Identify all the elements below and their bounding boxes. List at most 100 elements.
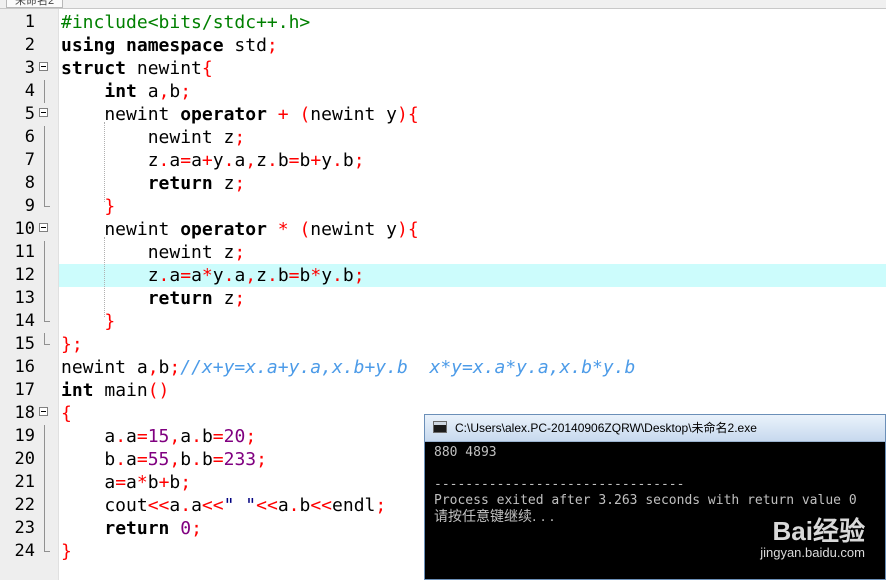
- code-token: main: [104, 380, 148, 401]
- console-window[interactable]: C:\Users\alex.PC-20140906ZQRW\Desktop\未命…: [424, 414, 886, 580]
- code-token: *: [310, 265, 322, 286]
- code-token: ){: [396, 104, 419, 125]
- console-title-bar[interactable]: C:\Users\alex.PC-20140906ZQRW\Desktop\未命…: [425, 415, 885, 442]
- code-token: b: [342, 150, 354, 171]
- code-line[interactable]: 9 }: [0, 195, 886, 218]
- line-number: 6: [24, 127, 35, 147]
- code-text: }: [59, 195, 886, 218]
- code-token: return: [104, 518, 181, 539]
- code-token: ,: [245, 265, 257, 286]
- code-line[interactable]: 7 z.a=a+y.a,z.b=b+y.b;: [0, 149, 886, 172]
- line-number: 3: [24, 58, 35, 78]
- code-token: #include<bits/stdc++.h>: [61, 12, 311, 33]
- code-text: z.a=a+y.a,z.b=b+y.b;: [59, 149, 886, 172]
- baidu-watermark: Bai经验 jingyan.baidu.com: [760, 517, 865, 561]
- code-line[interactable]: 17 int main(): [0, 379, 886, 402]
- code-line[interactable]: 8 return z;: [0, 172, 886, 195]
- code-line[interactable]: 12 z.a=a*y.a,z.b=b*y.b;: [0, 264, 886, 287]
- code-token: newint a: [61, 357, 148, 378]
- code-token: operator: [180, 219, 278, 240]
- code-token: ;: [353, 150, 365, 171]
- code-token: a: [169, 150, 181, 171]
- fold-collapse-icon[interactable]: [39, 407, 48, 416]
- code-line[interactable]: 10 newint operator * (newint y){: [0, 218, 886, 241]
- code-token: b: [180, 449, 192, 470]
- fold-collapse-icon[interactable]: [39, 223, 48, 232]
- code-token: =: [136, 426, 148, 447]
- code-token: newint: [61, 104, 181, 125]
- code-line[interactable]: 16 newint a,b;//x+y=x.a+y.a,x.b+y.b x*y=x…: [0, 356, 886, 379]
- code-token: return: [147, 173, 224, 194]
- code-text: newint a,b;//x+y=x.a+y.a,x.b+y.b x*y=x.a…: [59, 356, 886, 379]
- code-token: .: [332, 265, 343, 286]
- fold-line: [44, 471, 45, 494]
- editor-tab[interactable]: 未命名2: [6, 0, 64, 8]
- line-number: 14: [14, 311, 35, 331]
- code-token: a: [234, 265, 246, 286]
- code-line[interactable]: 11 newint z;: [0, 241, 886, 264]
- code-text: newint z;: [59, 241, 886, 264]
- code-token: b: [299, 150, 311, 171]
- code-line[interactable]: 6 newint z;: [0, 126, 886, 149]
- code-token: {: [61, 403, 72, 424]
- code-line[interactable]: 13 return z;: [0, 287, 886, 310]
- code-token: 15: [147, 426, 170, 447]
- code-token: z: [61, 150, 159, 171]
- code-token: 20: [223, 426, 246, 447]
- line-number: 8: [24, 173, 35, 193]
- code-token: cout: [61, 495, 148, 516]
- code-line[interactable]: 1 #include<bits/stdc++.h>: [0, 11, 886, 34]
- code-text: newint z;: [59, 126, 886, 149]
- code-token: }: [104, 196, 116, 217]
- code-token: +: [310, 150, 322, 171]
- code-token: a: [126, 426, 137, 447]
- code-line[interactable]: 2 using namespace std;: [0, 34, 886, 57]
- code-text: using namespace std;: [59, 34, 886, 57]
- code-token: };: [61, 334, 83, 355]
- code-token: *: [136, 472, 148, 493]
- code-token: a: [126, 472, 137, 493]
- code-token: newint: [136, 58, 202, 79]
- console-title: C:\Users\alex.PC-20140906ZQRW\Desktop\未命…: [455, 421, 757, 435]
- code-token: b: [147, 472, 159, 493]
- indent-guide: [104, 237, 105, 317]
- code-token: =: [212, 449, 224, 470]
- line-number: 2: [24, 35, 35, 55]
- code-token: + (: [277, 104, 311, 125]
- code-text: #include<bits/stdc++.h>: [59, 11, 886, 34]
- code-token: ;: [180, 472, 192, 493]
- line-number: 1: [24, 12, 35, 32]
- code-token: a: [191, 495, 202, 516]
- code-token: <<: [147, 495, 170, 516]
- code-line[interactable]: 5 newint operator + (newint y){: [0, 103, 886, 126]
- code-token: operator: [180, 104, 278, 125]
- code-token: .: [158, 265, 170, 286]
- code-line[interactable]: 15};: [0, 333, 886, 356]
- fold-collapse-icon[interactable]: [39, 108, 48, 117]
- console-separator: --------------------------------: [434, 477, 685, 492]
- code-token: newint y: [310, 104, 397, 125]
- code-token: newint z: [61, 127, 235, 148]
- watermark-brand: Bai经验: [772, 516, 865, 546]
- code-token: a: [191, 265, 202, 286]
- fold-line: [44, 494, 45, 517]
- line-number: 20: [14, 449, 35, 469]
- code-token: b: [61, 449, 116, 470]
- code-token: a: [169, 495, 181, 516]
- fold-collapse-icon[interactable]: [39, 62, 48, 71]
- code-line[interactable]: 4 int a,b;: [0, 80, 886, 103]
- code-token: =: [136, 449, 148, 470]
- code-token: =: [288, 265, 300, 286]
- code-token: b: [299, 265, 311, 286]
- code-token: newint z: [61, 242, 235, 263]
- code-token: .: [332, 150, 343, 171]
- line-number: 24: [14, 541, 35, 561]
- code-line[interactable]: 14 }: [0, 310, 886, 333]
- code-token: struct: [61, 58, 137, 79]
- line-number: 19: [14, 426, 35, 446]
- code-line[interactable]: 3 struct newint{: [0, 57, 886, 80]
- code-token: ;: [256, 449, 267, 470]
